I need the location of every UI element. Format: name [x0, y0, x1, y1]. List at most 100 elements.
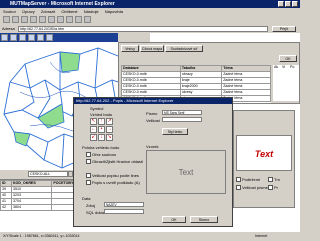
- menu-nastroje[interactable]: Nástroje: [84, 9, 99, 14]
- zoom-in-icon[interactable]: [1, 34, 8, 41]
- align-center-icon[interactable]: •: [98, 126, 105, 133]
- align-top-right-icon[interactable]: ↗: [106, 118, 113, 125]
- pismo-label: Písmo: [146, 111, 158, 116]
- region-select[interactable]: CESKO-ALL: [28, 171, 68, 177]
- internet-zone: Internet: [255, 234, 268, 238]
- checkbox-icon: [236, 185, 241, 191]
- radio-label: Tm: [274, 177, 280, 182]
- address-input[interactable]: http://62.77.64.2/GIS/ia.htm: [18, 26, 268, 32]
- radio-icon: [268, 177, 273, 183]
- option-label: Velikost popisu podle lines: [92, 173, 139, 178]
- home-icon[interactable]: [39, 16, 46, 23]
- radio-pr[interactable]: Pr: [268, 185, 278, 191]
- stop-icon[interactable]: [21, 16, 28, 23]
- flag-header: Vi: [282, 65, 286, 69]
- map-toolbar: [0, 33, 118, 42]
- minimize-button[interactable]: [278, 1, 284, 7]
- info-icon[interactable]: [28, 34, 35, 41]
- check-label: Podtržené: [242, 177, 261, 182]
- forward-icon[interactable]: [12, 16, 19, 23]
- pattern-label: Vzhled bodu: [90, 112, 113, 117]
- layer-flags: Ak Vi Po: [273, 65, 299, 101]
- tab-souradnice[interactable]: Souřadnicové síť: [165, 45, 203, 52]
- radio-icon: [86, 152, 91, 158]
- align-top-icon[interactable]: ↑: [98, 118, 105, 125]
- dialog-title: http://62.77.64.202 - Popis - Microsoft …: [74, 98, 232, 104]
- align-top-left-icon[interactable]: ↖: [90, 118, 97, 125]
- dialog-ok-button[interactable]: OK: [162, 216, 186, 223]
- menu-napoveda[interactable]: Nápověda: [105, 9, 123, 14]
- zdroj-select[interactable]: NAZEV: [104, 202, 144, 207]
- status-bar: X/Y/Scale 1 : 1987861, x=3360411, y=-103…: [0, 231, 300, 241]
- menu-oblibene[interactable]: Oblíbené: [61, 9, 77, 14]
- text-style-button[interactable]: Styl textu: [162, 128, 188, 135]
- align-right-icon[interactable]: →: [106, 126, 113, 133]
- align-bottom-icon[interactable]: ↓: [98, 134, 105, 141]
- right-preview-panel: Text Podtržené Velikost písmena Tm Pr: [233, 110, 295, 208]
- align-bottom-left-icon[interactable]: ↙: [90, 134, 97, 141]
- select-icon[interactable]: [37, 34, 44, 41]
- table-cell: 42: [0, 204, 12, 211]
- sql-label: SQL dotaz: [86, 210, 105, 215]
- check-podtrzene[interactable]: Podtržené: [236, 177, 261, 183]
- position-label: Poloha vzhledu bodu: [82, 145, 120, 150]
- layer-ok-button[interactable]: OK: [279, 55, 297, 62]
- flag-header: Ak: [274, 65, 279, 69]
- back-icon[interactable]: [3, 16, 10, 23]
- velikost-field[interactable]: [162, 117, 202, 122]
- measure-icon[interactable]: [46, 34, 53, 41]
- option-label: Ořez souboru: [92, 152, 117, 157]
- preview-box: Text: [146, 150, 226, 194]
- velikost-label: Velikost: [146, 118, 160, 123]
- radio-label: Pr: [274, 185, 278, 190]
- sql-input[interactable]: [104, 209, 144, 214]
- pismo-field[interactable]: MS Sans Serif: [162, 110, 202, 115]
- pan-icon[interactable]: [19, 34, 26, 41]
- tab-vrstvy[interactable]: Vrstvy: [121, 45, 139, 52]
- close-button[interactable]: [292, 1, 298, 7]
- table-cell: 3804: [10, 204, 53, 211]
- checkbox-icon: [236, 177, 241, 183]
- align-left-icon[interactable]: ←: [90, 126, 97, 133]
- mail-icon[interactable]: [75, 16, 82, 23]
- menu-soubor[interactable]: Soubor: [3, 9, 16, 14]
- flag-header: Po: [290, 65, 295, 69]
- layer-window: Vrstvy Cílová mapa Souřadnicové síť Data…: [118, 42, 300, 104]
- address-bar: Adresa http://62.77.64.2/GIS/ia.htm Přej…: [0, 25, 300, 33]
- label-dialog: http://62.77.64.202 - Popis - Microsoft …: [73, 97, 233, 227]
- window-title-bar: MUTMapServer - Microsoft Internet Explor…: [0, 0, 300, 8]
- option-label: Popis s uvnitř podkladu (A): [92, 180, 140, 185]
- print-icon[interactable]: [84, 16, 91, 23]
- search-icon[interactable]: [48, 16, 55, 23]
- option-velikost[interactable]: Velikost popisu podle lines: [86, 173, 139, 179]
- tab-cilova-mapa[interactable]: Cílová mapa: [140, 45, 164, 52]
- radio-icon: [268, 185, 273, 191]
- option-uvnitr[interactable]: Popis s uvnitř podkladu (A): [86, 180, 140, 186]
- address-label: Adresa: [2, 26, 15, 31]
- menu-zobrazit[interactable]: Zobrazit: [41, 9, 55, 14]
- status-text: X/Y/Scale 1 : 1987861, x=3360411, y=-103…: [3, 234, 80, 238]
- go-button[interactable]: Přejít: [272, 26, 296, 32]
- radio-tm[interactable]: Tm: [268, 177, 280, 183]
- maximize-button[interactable]: [285, 1, 291, 7]
- symbol-label: Symbol: [90, 106, 104, 111]
- align-bottom-right-icon[interactable]: ↘: [106, 134, 113, 141]
- checkbox-icon: [86, 180, 91, 186]
- history-icon[interactable]: [66, 16, 73, 23]
- right-preview-box: Text: [236, 135, 292, 171]
- option-hranice[interactable]: Obrazit/Zjistit Hranice oblasti: [86, 159, 143, 165]
- zoom-out-icon[interactable]: [10, 34, 17, 41]
- favorites-icon[interactable]: [57, 16, 64, 23]
- check-velikost[interactable]: Velikost písmena: [236, 185, 272, 191]
- checkbox-icon: [86, 173, 91, 179]
- menu-upravy[interactable]: Úpravy: [22, 9, 35, 14]
- radio-icon: [86, 159, 91, 165]
- window-title: MUTMapServer - Microsoft Internet Explor…: [10, 1, 115, 7]
- menu-bar: Soubor Úpravy Zobrazit Oblíbené Nástroje…: [0, 8, 300, 15]
- zdroj-label: Zdroj: [86, 203, 96, 208]
- layer-tabs: Vrstvy Cílová mapa Souřadnicové síť: [121, 45, 299, 52]
- option-ore[interactable]: Ořez souboru: [86, 152, 117, 158]
- data-label: Data: [82, 196, 91, 201]
- dialog-cancel-button[interactable]: Storno: [190, 216, 218, 223]
- refresh-icon[interactable]: [30, 16, 37, 23]
